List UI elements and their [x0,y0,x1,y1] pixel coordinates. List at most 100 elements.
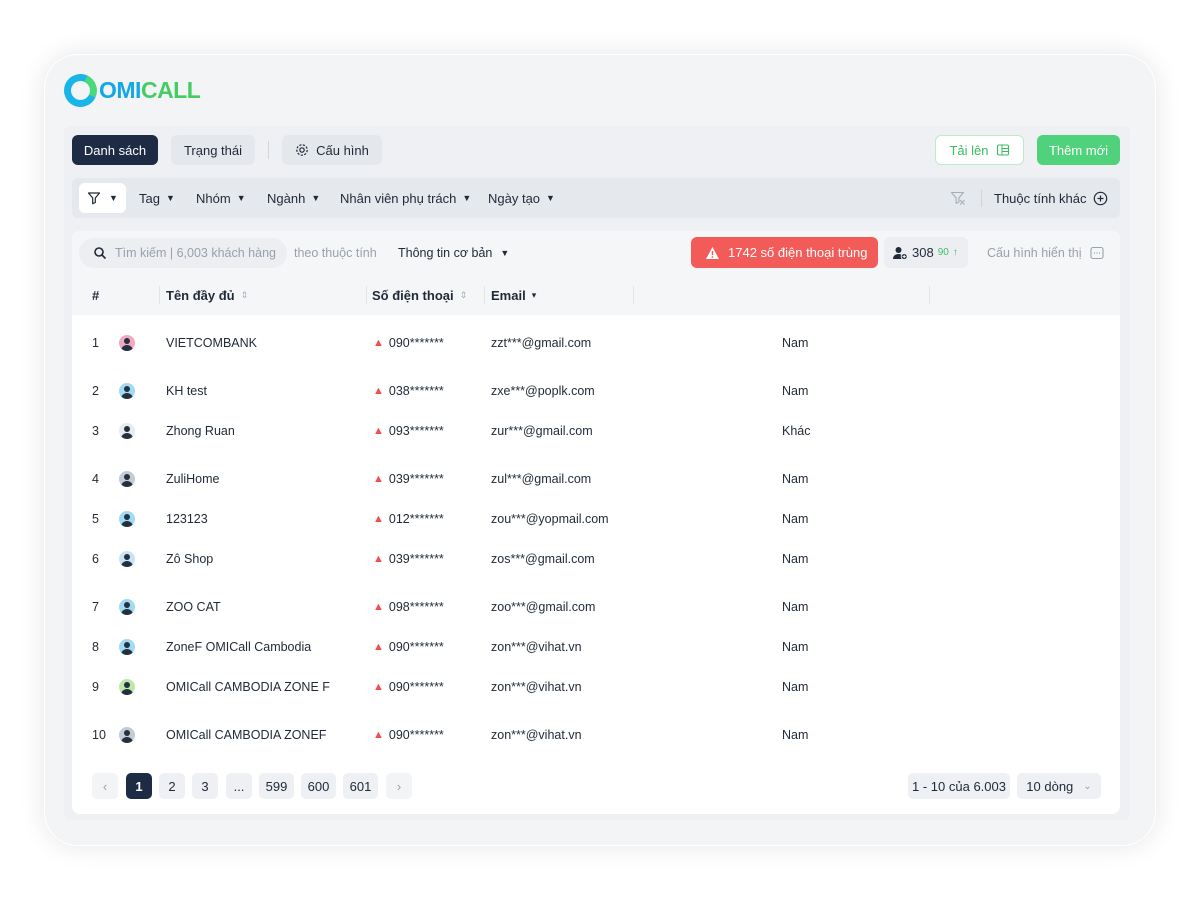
page-range-label: 1 - 10 của 6.003 [908,773,1010,799]
warning-icon [706,246,719,259]
other-attributes-button[interactable]: Thuộc tính khác [994,178,1108,218]
customer-name[interactable]: VIETCOMBANK [166,333,257,353]
page-button[interactable]: 601 [343,773,378,799]
info-type-select[interactable]: Thông tin cơ bản ▼ [398,238,509,268]
phone-value: 090******* [388,680,444,694]
column-divider [366,286,367,304]
row-index: 10 [92,728,106,742]
duplicate-phone-label: 1742 số điện thoại trùng [728,245,868,260]
chevron-down-icon: ▼ [500,248,510,258]
page-size-select[interactable]: 10 dòng ⌄ [1017,773,1101,799]
phone-value: 012******* [388,512,444,526]
chevron-down-icon: ⌄ [1083,780,1092,792]
customer-name[interactable]: OMICall CAMBODIA ZONEF [166,725,326,745]
avatar [119,549,135,569]
email-value: zxe***@poplk.com [491,384,595,398]
user-count-delta: 90 [937,247,949,258]
table-settings-icon [1089,246,1104,260]
email-value: zur***@gmail.com [491,424,593,438]
filter-group-label: Nhóm [196,190,231,206]
gender-value: Nam [782,384,809,398]
phone-cell: ▲ 012******* [373,509,444,529]
tab-list[interactable]: Danh sách [72,135,158,165]
search-input[interactable]: Tìm kiếm | 6,003 khách hàng [79,238,287,268]
tab-status[interactable]: Trạng thái [171,135,255,165]
user-count-badge[interactable]: 308 90 ↑ [884,237,968,268]
chevron-down-icon: ▼ [311,193,321,203]
gender-value: Nam [782,640,809,654]
config-button[interactable]: Cấu hình [282,135,382,165]
customer-name[interactable]: Zô Shop [166,549,213,569]
chevron-down-icon: ▼ [109,193,118,203]
column-divider [484,286,485,304]
avatar [119,677,135,697]
gender-value: Khác [782,424,811,438]
column-divider [929,286,930,304]
logo-mark [59,68,102,112]
upload-button[interactable]: Tải lên [935,135,1024,165]
warning-icon: ▲ [373,641,384,653]
warning-icon: ▲ [373,337,384,349]
filter-dropdown[interactable]: ▼ [79,183,126,213]
phone-cell: ▲ 090******* [373,637,444,657]
warning-icon: ▲ [373,473,384,485]
row-index: 3 [92,424,99,438]
display-config-button[interactable]: Cấu hình hiển thị [987,238,1104,268]
page-button[interactable]: 2 [159,773,185,799]
customer-name[interactable]: ZoneF OMICall Cambodia [166,637,311,657]
gear-icon [296,144,308,156]
email-value: zon***@vihat.vn [491,640,582,654]
column-email[interactable]: Email ▾ [491,275,536,315]
gender-value: Nam [782,728,809,742]
clear-filter-button[interactable] [950,178,966,218]
customer-name[interactable]: ZuliHome [166,469,220,489]
phone-cell: ▲ 090******* [373,333,444,353]
filter-staff[interactable]: Nhân viên phụ trách ▼ [340,178,471,218]
row-index: 2 [92,384,99,398]
info-type-value: Thông tin cơ bản [398,246,493,260]
prev-page-button[interactable]: ‹ [92,773,118,799]
tab-status-label: Trạng thái [183,142,243,158]
customer-name[interactable]: ZOO CAT [166,597,221,617]
duplicate-phone-button[interactable]: 1742 số điện thoại trùng [691,237,878,268]
customer-name[interactable]: 123123 [166,509,208,529]
add-new-button[interactable]: Thêm mới [1037,135,1120,165]
filter-tag-label: Tag [139,190,160,206]
warning-icon: ▲ [373,425,384,437]
next-page-button[interactable]: › [386,773,412,799]
customer-name[interactable]: KH test [166,381,207,401]
page-button[interactable]: 3 [192,773,218,799]
filter-tag[interactable]: Tag ▼ [139,178,175,218]
logo-text-call: CALL [140,76,201,103]
phone-value: 098******* [388,600,444,614]
avatar [119,637,135,657]
divider [268,141,269,159]
customer-name[interactable]: Zhong Ruan [166,421,235,441]
sort-icon: ⇕ [240,289,249,300]
email-value: zzt***@gmail.com [491,336,592,350]
column-name[interactable]: Tên đầy đủ ⇕ [166,275,248,315]
card-header: Tìm kiếm | 6,003 khách hàng theo thuộc t… [72,231,1120,275]
gender-value: Nam [782,600,809,614]
avatar [119,381,135,401]
customer-name[interactable]: OMICall CAMBODIA ZONE F [166,677,330,697]
email-value: zul***@gmail.com [491,472,592,486]
page-button[interactable]: 599 [259,773,294,799]
page-button[interactable]: 1 [126,773,152,799]
sort-desc-icon: ▾ [531,289,537,300]
email-value: zoo***@gmail.com [491,600,596,614]
email-value: zon***@vihat.vn [491,680,582,694]
warning-icon: ▲ [373,385,384,397]
column-phone[interactable]: Số điện thoại ⇕ [372,275,467,315]
display-config-label: Cấu hình hiển thị [987,246,1082,260]
filter-group[interactable]: Nhóm ▼ [196,178,246,218]
avatar [119,333,135,353]
filter-created-date[interactable]: Ngày tạo ▼ [488,178,555,218]
column-divider [159,286,160,304]
warning-icon: ▲ [373,681,384,693]
phone-value: 039******* [388,552,444,566]
filter-industry[interactable]: Ngành ▼ [267,178,320,218]
page-button[interactable]: 600 [301,773,336,799]
chevron-down-icon: ▼ [165,193,175,203]
filter-industry-label: Ngành [267,190,306,206]
